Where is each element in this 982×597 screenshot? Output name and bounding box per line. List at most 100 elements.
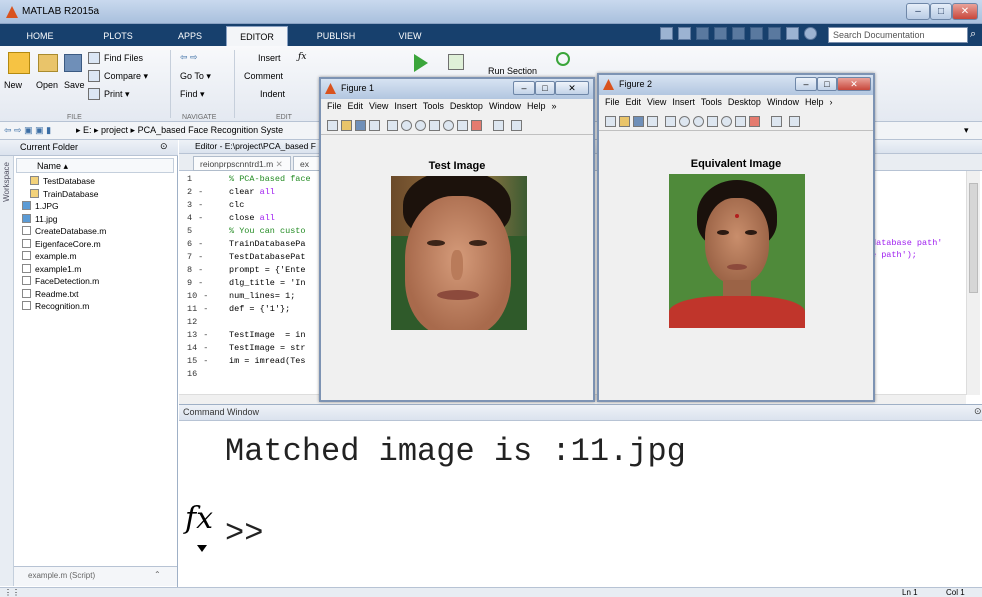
edit-plot-icon[interactable] [665, 116, 676, 127]
legend-icon[interactable] [789, 116, 800, 127]
new-figure-icon[interactable] [327, 120, 338, 131]
zoom-out-icon[interactable] [415, 120, 426, 131]
redo-icon[interactable] [768, 27, 781, 40]
compare-icon[interactable] [88, 70, 100, 82]
edit-plot-icon[interactable] [387, 120, 398, 131]
rotate-icon[interactable] [443, 120, 454, 131]
panel-actions-icon[interactable]: ⊙ [160, 141, 168, 152]
quick-access-icon[interactable] [660, 27, 673, 40]
figure-2-minimize-button[interactable]: – [795, 77, 817, 91]
maximize-button[interactable]: □ [930, 3, 952, 20]
new-icon[interactable] [8, 52, 30, 74]
data-cursor-icon[interactable] [735, 116, 746, 127]
comment-button[interactable]: Comment [244, 71, 283, 81]
menu-edit[interactable]: Edit [626, 97, 642, 107]
editor-vertical-scrollbar[interactable] [966, 171, 980, 395]
chevron-up-icon[interactable]: ⌃ [154, 570, 161, 579]
new-figure-icon[interactable] [605, 116, 616, 127]
menu-overflow-icon[interactable]: » [551, 101, 556, 111]
open-button[interactable]: Open [36, 80, 58, 90]
menu-window[interactable]: Window [767, 97, 799, 107]
insert-button[interactable]: Insert [258, 53, 281, 63]
save-quick-icon[interactable] [678, 27, 691, 40]
menu-tools[interactable]: Tools [701, 97, 722, 107]
breakpoint-marker[interactable]: - [198, 200, 203, 210]
scroll-thumb[interactable] [969, 183, 978, 293]
print-icon[interactable] [88, 88, 100, 100]
file-list-item[interactable]: EigenfaceCore.m [22, 238, 101, 251]
menu-window[interactable]: Window [489, 101, 521, 111]
name-column-header[interactable]: Name ▴ [16, 158, 174, 173]
figure-1-minimize-button[interactable]: – [513, 81, 535, 95]
help-icon[interactable] [804, 27, 817, 40]
breakpoint-marker[interactable]: - [198, 252, 203, 262]
print-figure-icon[interactable] [369, 120, 380, 131]
tab-plots[interactable]: PLOTS [88, 26, 148, 46]
cut-icon[interactable] [696, 27, 709, 40]
figure-2-maximize-button[interactable]: □ [817, 77, 837, 91]
zoom-out-icon[interactable] [693, 116, 704, 127]
file-list-item[interactable]: TestDatabase [30, 176, 95, 188]
save-figure-icon[interactable] [355, 120, 366, 131]
code-line[interactable]: num_lines= 1; [229, 291, 295, 303]
run-section-button[interactable]: Run Section [488, 66, 537, 76]
tab-editor[interactable]: EDITOR [226, 26, 288, 46]
tab-home[interactable]: HOME [10, 26, 70, 46]
tab-view[interactable]: VIEW [386, 26, 434, 46]
menu-insert[interactable]: Insert [672, 97, 695, 107]
code-line[interactable]: clc [229, 200, 244, 212]
run-icon[interactable] [414, 54, 428, 72]
workspace-collapsed-tab[interactable]: Workspace [0, 156, 14, 586]
save-figure-icon[interactable] [633, 116, 644, 127]
code-line[interactable]: % PCA-based face [229, 174, 311, 186]
open-icon[interactable] [38, 54, 58, 72]
find-files-button[interactable]: Find Files [104, 53, 143, 63]
function-browser-icon[interactable]: fx [185, 501, 213, 536]
pan-icon[interactable] [707, 116, 718, 127]
fx-insert-icon[interactable]: ƒx [298, 52, 306, 62]
switch-windows-icon[interactable] [786, 27, 799, 40]
menu-desktop[interactable]: Desktop [728, 97, 761, 107]
run-advance-icon[interactable] [448, 54, 464, 70]
code-line[interactable]: def = {'1'}; [229, 304, 290, 316]
menu-view[interactable]: View [647, 97, 666, 107]
menu-insert[interactable]: Insert [394, 101, 417, 111]
menu-help[interactable]: Help [805, 97, 824, 107]
undo-icon[interactable] [750, 27, 763, 40]
brush-icon[interactable] [749, 116, 760, 127]
path-nav-icons[interactable]: ⇦ ⇨ ▣ ▣ ▮ [4, 125, 51, 136]
save-button[interactable]: Save [64, 80, 85, 90]
editor-tab-file1[interactable]: reionprpscnntrd1.m ✕ [193, 156, 291, 171]
figure-2-close-button[interactable]: ✕ [837, 77, 871, 91]
find-files-icon[interactable] [88, 52, 100, 64]
code-line[interactable]: im = imread(Tes [229, 356, 306, 368]
data-cursor-icon[interactable] [457, 120, 468, 131]
menu-desktop[interactable]: Desktop [450, 101, 483, 111]
menu-file[interactable]: File [605, 97, 620, 107]
code-line[interactable]: clear all [229, 187, 275, 199]
figure-1-maximize-button[interactable]: □ [535, 81, 555, 95]
file-list-item[interactable]: example1.m [22, 263, 81, 276]
file-list-item[interactable]: example.m [22, 251, 77, 263]
zoom-in-icon[interactable] [679, 116, 690, 127]
menu-overflow-icon[interactable]: › [829, 97, 832, 107]
brush-icon[interactable] [471, 120, 482, 131]
open-file-icon[interactable] [619, 116, 630, 127]
breakpoint-marker[interactable]: - [198, 213, 203, 223]
print-button[interactable]: Print ▾ [104, 89, 130, 100]
search-documentation-input[interactable]: Search Documentation [828, 27, 968, 43]
breakpoint-marker[interactable]: - [198, 265, 203, 275]
figure-1-titlebar[interactable]: Figure 1 – □ ✕ [321, 79, 593, 99]
panel-actions-icon[interactable]: ⊙ [974, 406, 982, 417]
command-prompt[interactable]: >> [225, 515, 263, 552]
file-list-item[interactable]: 11.jpg [22, 213, 58, 226]
code-line[interactable]: prompt = {'Ente [229, 265, 306, 277]
address-dropdown-icon[interactable]: ▾ [964, 125, 969, 136]
code-line[interactable]: TestDatabasePat [229, 252, 306, 264]
menu-tools[interactable]: Tools [423, 101, 444, 111]
search-icon[interactable]: ⌕ [970, 28, 976, 41]
save-icon[interactable] [64, 54, 82, 72]
code-line[interactable]: close all [229, 213, 275, 225]
find-button[interactable]: Find ▾ [180, 89, 205, 100]
legend-icon[interactable] [511, 120, 522, 131]
